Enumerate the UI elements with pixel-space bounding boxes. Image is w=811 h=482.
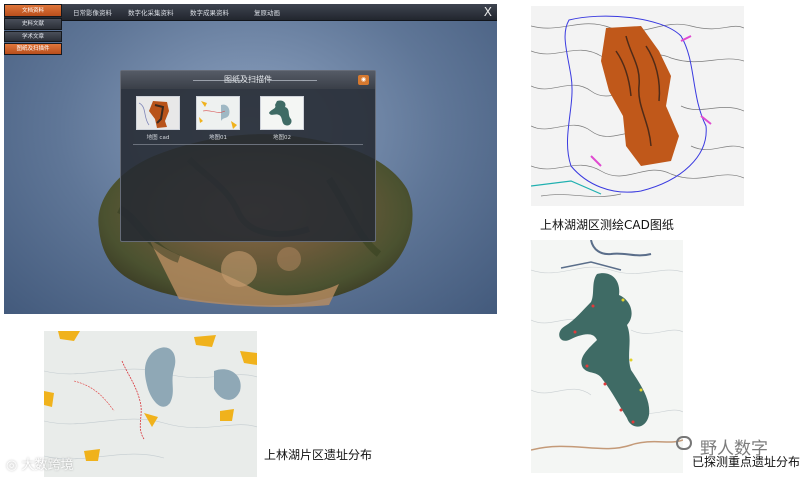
dialog-separator — [133, 144, 363, 145]
cad-map-label: 地图 cad — [146, 135, 170, 141]
nav-drawings-scans[interactable]: 图纸及扫描件 — [4, 43, 62, 55]
menu-daily-images[interactable]: 日常影像资料 — [73, 7, 112, 17]
area-map-label: 地图01 — [209, 135, 227, 141]
menu-digital-results[interactable]: 数字成果资料 — [190, 7, 229, 17]
menu-digital-collection[interactable]: 数字化采集资料 — [128, 7, 174, 17]
sites-map-label: 地图02 — [273, 135, 291, 141]
nav-academic-articles[interactable]: 学术文章 — [4, 30, 62, 42]
cad-drawing-image — [531, 6, 744, 206]
area-map-thumbnail[interactable] — [196, 96, 240, 130]
menu-restoration-animation[interactable]: 复原动画 — [254, 7, 280, 17]
dialog-close-button[interactable]: ◉ — [358, 75, 369, 85]
cad-map-thumbnail[interactable] — [136, 96, 180, 130]
watermark-left-text: 大数跨境 — [21, 458, 74, 473]
left-nav: 文档资料 史料文献 学术文章 图纸及扫描件 — [4, 4, 62, 56]
close-button[interactable]: X — [484, 4, 492, 20]
watermark-right: 野人数字 — [700, 439, 768, 459]
dialog-title: 图纸及扫描件 — [224, 75, 272, 84]
wechat-logo-icon — [676, 436, 692, 450]
sites-map-thumbnail[interactable] — [260, 96, 304, 130]
area-caption: 上林湖片区遗址分布 — [264, 448, 373, 462]
title-rule-right — [267, 80, 317, 81]
drawings-dialog: 图纸及扫描件 ◉ 地图 cad 地图01 地图02 — [120, 70, 376, 242]
nav-historical-literature[interactable]: 史料文献 — [4, 18, 62, 30]
watermark-left: ◎ 大数跨境 — [6, 454, 74, 473]
watermark-left-icon: ◎ — [6, 458, 22, 473]
top-menu-bar: 日常影像资料 数字化采集资料 数字成果资料 复原动画 X — [4, 4, 497, 21]
page: 日常影像资料 数字化采集资料 数字成果资料 复原动画 X 文档资料 史料文献 学… — [0, 0, 811, 482]
nav-documents[interactable]: 文档资料 — [4, 4, 62, 17]
app-window: 日常影像资料 数字化采集资料 数字成果资料 复原动画 X 文档资料 史料文献 学… — [4, 4, 497, 314]
cad-caption: 上林湖湖区测绘CAD图纸 — [540, 218, 674, 232]
sites-distribution-image — [531, 240, 683, 473]
area-distribution-image — [44, 331, 257, 477]
dialog-header: 图纸及扫描件 ◉ — [121, 71, 375, 89]
